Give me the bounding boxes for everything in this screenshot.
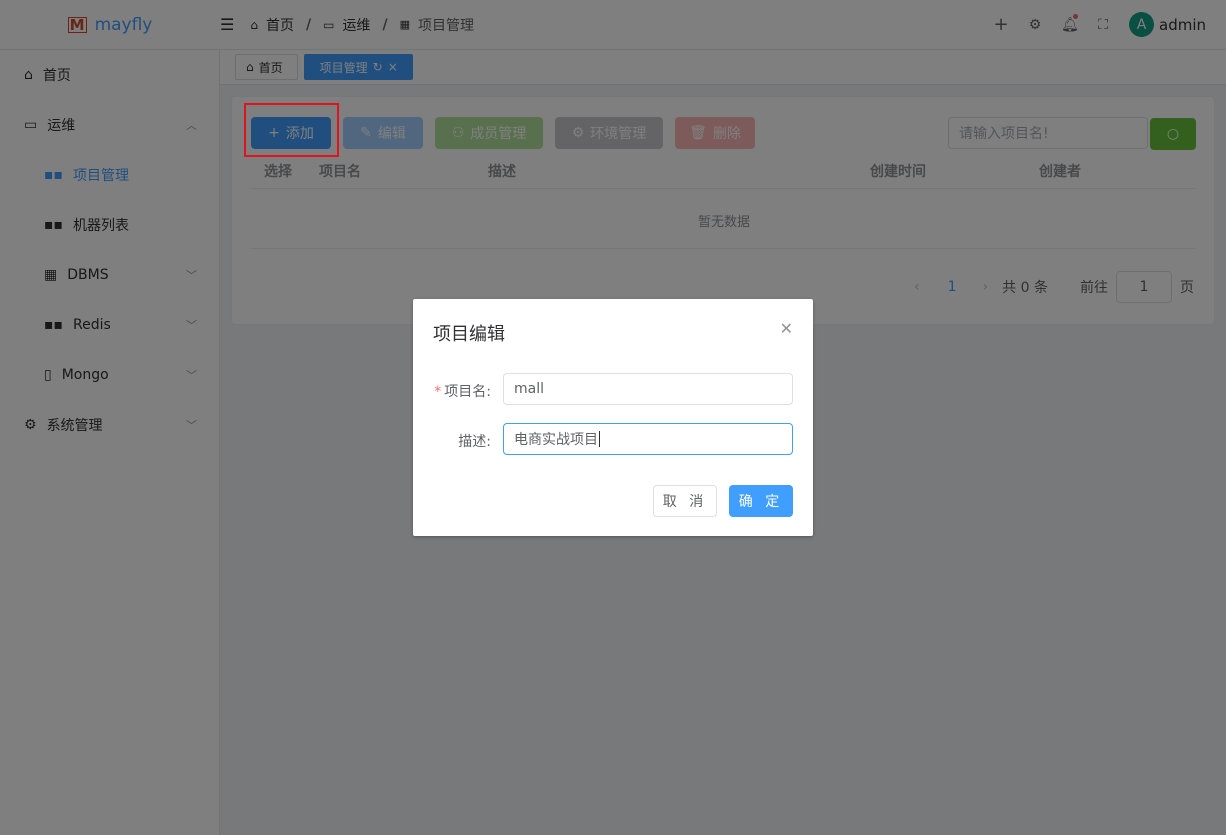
dialog-title: 项目编辑 <box>433 324 505 345</box>
desc-label: 描述: <box>458 434 491 450</box>
name-label: * 项目名: <box>434 384 491 400</box>
project-edit-dialog: 项目编辑 ✕ * 项目名: mall 描述: 电商实战项目 取 消 确 定 <box>413 299 813 536</box>
description-field[interactable]: 电商实战项目 <box>503 423 793 455</box>
close-icon[interactable]: ✕ <box>780 319 793 338</box>
confirm-button[interactable]: 确 定 <box>729 485 793 517</box>
highlight-box <box>244 103 339 157</box>
name-field[interactable]: mall <box>503 373 793 405</box>
cancel-button[interactable]: 取 消 <box>653 485 717 517</box>
